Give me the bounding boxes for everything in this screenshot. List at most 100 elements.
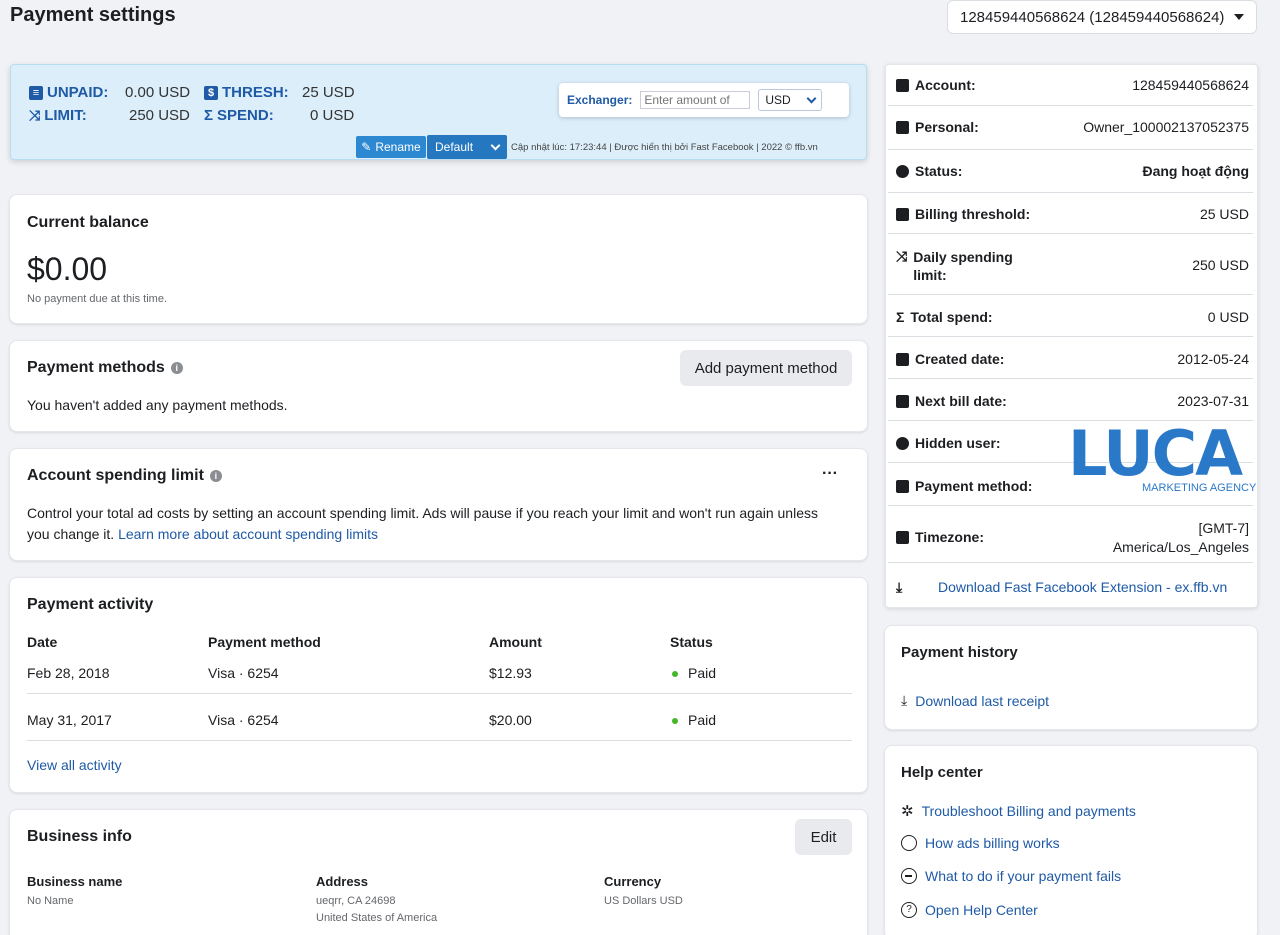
row-status: Paid — [672, 712, 716, 728]
exchanger-amount-input[interactable] — [640, 91, 751, 109]
column-header-date[interactable]: Date — [27, 634, 57, 650]
list-icon — [896, 530, 909, 544]
address-line2: United States of America — [316, 912, 438, 924]
shuffle-icon: ⤨ — [896, 248, 908, 264]
timezone-name: America/Los_Angeles — [1112, 539, 1249, 555]
help-item-troubleshoot[interactable]: ✲ Troubleshoot Billing and payments — [901, 802, 1136, 820]
column-header-amount[interactable]: Amount — [489, 634, 542, 650]
thresh-value: 25 USD — [302, 84, 355, 101]
unpaid-value: 0.00 USD — [125, 84, 191, 101]
credit-card-icon — [896, 479, 909, 493]
help-center-title: Help center — [901, 764, 983, 781]
document-icon — [896, 78, 909, 92]
add-payment-method-button[interactable]: Add payment method — [680, 350, 852, 386]
help-item-label: Open Help Center — [925, 902, 1038, 918]
default-dropdown[interactable]: Default — [427, 135, 507, 159]
payment-activity-card: Payment activity Date Payment method Amo… — [9, 577, 868, 793]
status-label: Paid — [688, 665, 717, 681]
info-key: Created date: — [915, 351, 1005, 367]
row-status: Paid — [672, 665, 716, 681]
row-divider — [888, 233, 1253, 234]
document-icon: ≡ — [29, 85, 43, 100]
question-icon: ? — [901, 902, 917, 918]
view-all-activity-link[interactable]: View all activity — [27, 757, 122, 773]
help-item-open-help[interactable]: ? Open Help Center — [901, 902, 1038, 918]
sigma-icon: Σ — [896, 309, 905, 325]
unpaid-stat: ≡ UNPAID: 0.00 USD — [29, 84, 190, 101]
page-title: Payment settings — [10, 4, 176, 26]
chevron-down-icon — [806, 93, 817, 103]
help-item-payment-fails[interactable]: What to do if your payment fails — [901, 868, 1121, 884]
file-dollar-icon — [896, 207, 909, 221]
caret-down-icon — [1234, 14, 1244, 20]
balance-amount: $0.00 — [27, 251, 108, 287]
minus-circle-icon — [901, 868, 917, 884]
payment-methods-card: Payment methods i Add payment method You … — [9, 340, 868, 432]
address-label: Address — [316, 874, 369, 889]
rename-label: Rename — [375, 140, 421, 154]
column-header-method[interactable]: Payment method — [208, 634, 321, 650]
account-selector[interactable]: 128459440568624 (128459440568624) — [947, 0, 1257, 34]
payment-methods-empty: You haven't added any payment methods. — [27, 397, 288, 413]
info-value: 0 USD — [1207, 309, 1249, 325]
info-key: Payment method: — [915, 478, 1033, 494]
default-label: Default — [435, 140, 474, 154]
currency-value: US Dollars USD — [604, 895, 683, 907]
learn-more-link[interactable]: Learn more about account spending limits — [118, 526, 378, 542]
row-divider — [27, 693, 852, 694]
currency-label: Currency — [604, 874, 662, 889]
row-divider — [27, 740, 852, 741]
row-date: May 31, 2017 — [27, 712, 112, 728]
info-value: 128459440568624 — [1132, 77, 1249, 93]
rename-button[interactable]: ✎ Rename — [356, 136, 426, 158]
info-key: Personal: — [915, 119, 979, 135]
download-receipt-link[interactable]: ⤓ Download last receipt — [901, 692, 1049, 709]
file-icon: $ — [204, 85, 218, 100]
help-item-label: How ads billing works — [925, 835, 1060, 851]
updated-text: Cập nhật lúc: 17:23:44 | Được hiển thị b… — [511, 142, 818, 153]
column-header-status[interactable]: Status — [670, 634, 713, 650]
unpaid-label: UNPAID: — [47, 84, 109, 101]
info-value: Owner_100002137052375 — [1083, 119, 1249, 135]
row-divider — [888, 378, 1253, 379]
info-key: Timezone: — [915, 529, 984, 545]
status-label: Paid — [688, 712, 717, 728]
download-receipt-label: Download last receipt — [915, 692, 1050, 709]
currency-select[interactable]: USD — [758, 89, 823, 111]
limit-value: 250 USD — [129, 107, 190, 124]
account-info-panel: Account: 128459440568624 Personal: Owner… — [885, 64, 1258, 608]
exchanger: Exchanger: USD — [559, 83, 849, 117]
more-options-button[interactable]: ··· — [822, 465, 838, 483]
row-divider — [888, 149, 1253, 150]
download-extension-link[interactable]: Download Fast Facebook Extension - ex.ff… — [938, 579, 1227, 595]
info-value: 25 USD — [1199, 206, 1249, 222]
info-icon[interactable]: i — [209, 469, 222, 482]
spending-limit-card: Account spending limit i ··· Control your… — [9, 448, 868, 561]
info-key: Account: — [915, 77, 976, 93]
info-value: [GMT-7] America/Los_Angeles — [1113, 519, 1249, 557]
balance-note: No payment due at this time. — [27, 293, 168, 305]
thresh-stat: $ THRESH: 25 USD — [204, 84, 355, 101]
info-value: 250 USD — [1192, 257, 1249, 273]
address-line1: ueqrr, CA 24698 — [316, 895, 396, 907]
limit-label: LIMIT: — [44, 107, 87, 124]
calendar-icon — [896, 352, 909, 366]
info-icon[interactable]: i — [170, 361, 183, 374]
edit-button[interactable]: Edit — [795, 819, 852, 855]
briefcase-icon — [896, 120, 909, 134]
business-name-label: Business name — [27, 874, 123, 889]
download-icon: ⤓ — [901, 692, 908, 708]
spending-limit-title: Account spending limit — [27, 467, 204, 484]
luca-logo-tagline: MARKETING AGENCY — [1142, 482, 1257, 494]
row-method: Visa · 6254 — [208, 712, 279, 728]
spending-limit-heading: Account spending limit i — [27, 467, 222, 485]
payment-methods-heading: Payment methods i — [27, 359, 183, 377]
users-icon — [896, 436, 909, 450]
info-key: Status: — [915, 163, 963, 179]
row-amount: $12.93 — [489, 665, 532, 681]
download-icon: ⤓ — [896, 579, 903, 595]
help-item-label: What to do if your payment fails — [925, 868, 1122, 884]
sigma-icon: Σ — [204, 107, 214, 124]
help-item-billing-works[interactable]: How ads billing works — [901, 835, 1060, 851]
business-info-card: Business info Edit Business name No Name… — [9, 809, 868, 935]
